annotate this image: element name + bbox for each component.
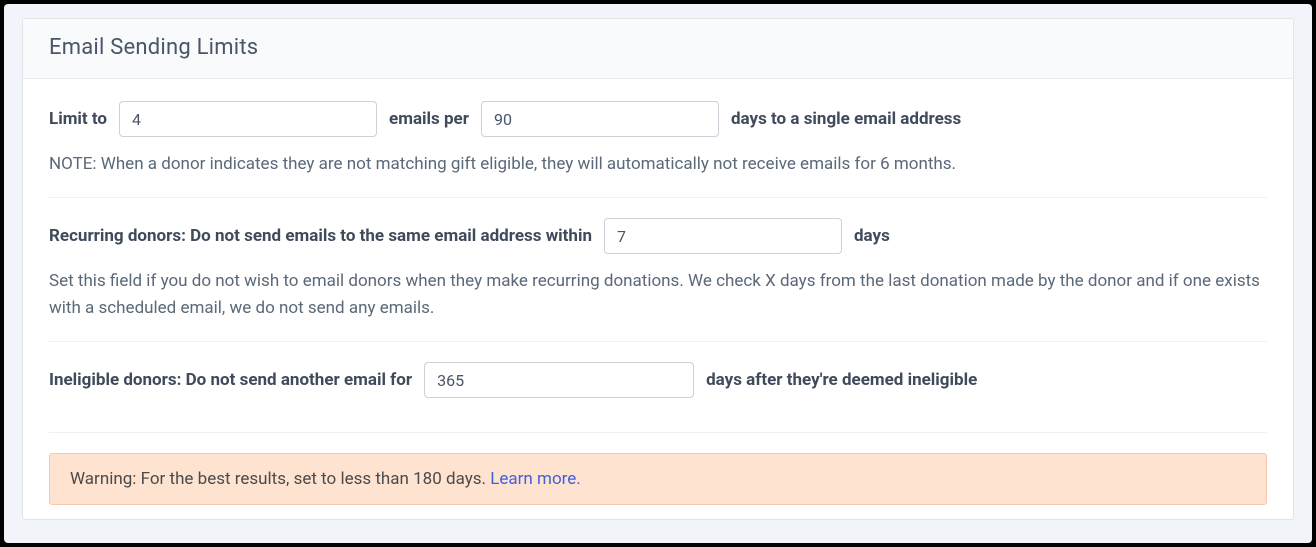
limit-control-row: Limit to emails per days to a single ema… <box>49 101 1267 137</box>
section-ineligible-donors: Ineligible donors: Do not send another e… <box>49 362 1267 433</box>
ineligible-control-row: Ineligible donors: Do not send another e… <box>49 362 1267 398</box>
panel-title: Email Sending Limits <box>49 35 1267 60</box>
panel-header: Email Sending Limits <box>23 19 1293 79</box>
label-limit-to: Limit to <box>49 109 107 129</box>
warning-banner: Warning: For the best results, set to le… <box>49 453 1267 505</box>
recurring-days-input[interactable] <box>604 218 842 254</box>
label-days-suffix: days to a single email address <box>731 109 961 129</box>
page-background: Email Sending Limits Limit to emails per… <box>4 4 1312 543</box>
panel-body: Limit to emails per days to a single ema… <box>23 79 1293 519</box>
section-recurring-donors: Recurring donors: Do not send emails to … <box>49 218 1267 342</box>
warning-text: Warning: For the best results, set to le… <box>70 469 490 489</box>
emails-count-input[interactable] <box>119 101 377 137</box>
recurring-control-row: Recurring donors: Do not send emails to … <box>49 218 1267 254</box>
learn-more-link[interactable]: Learn more. <box>490 469 581 489</box>
label-ineligible-suffix: days after they're deemed ineligible <box>706 370 977 390</box>
days-count-input[interactable] <box>481 101 719 137</box>
section-email-limit: Limit to emails per days to a single ema… <box>49 101 1267 198</box>
label-ineligible-prefix: Ineligible donors: Do not send another e… <box>49 370 412 390</box>
ineligible-days-input[interactable] <box>424 362 694 398</box>
limit-note-text: NOTE: When a donor indicates they are no… <box>49 151 1267 177</box>
label-recurring-prefix: Recurring donors: Do not send emails to … <box>49 226 592 246</box>
label-recurring-suffix: days <box>854 226 890 246</box>
recurring-help-text: Set this field if you do not wish to ema… <box>49 268 1267 321</box>
email-sending-limits-panel: Email Sending Limits Limit to emails per… <box>22 18 1294 520</box>
label-emails-per: emails per <box>389 109 469 129</box>
